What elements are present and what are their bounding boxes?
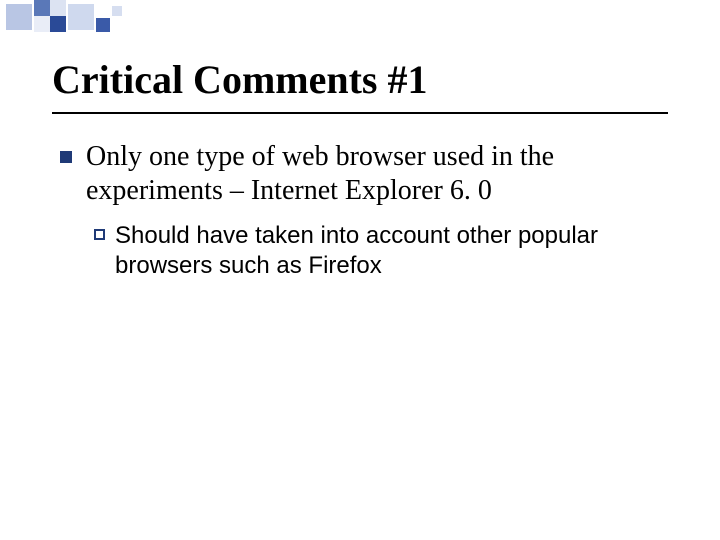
bullet-level2: Should have taken into account other pop… xyxy=(94,221,670,281)
bullet-level1: Only one type of web browser used in the… xyxy=(60,140,670,207)
corner-decoration xyxy=(0,0,720,40)
title-underline xyxy=(52,112,668,114)
slide-body: Only one type of web browser used in the… xyxy=(60,140,670,281)
square-bullet-icon xyxy=(60,151,72,163)
bullet-text: Should have taken into account other pop… xyxy=(115,221,670,281)
slide-title: Critical Comments #1 xyxy=(52,56,427,103)
bullet-text: Only one type of web browser used in the… xyxy=(86,140,670,207)
hollow-square-bullet-icon xyxy=(94,229,105,240)
